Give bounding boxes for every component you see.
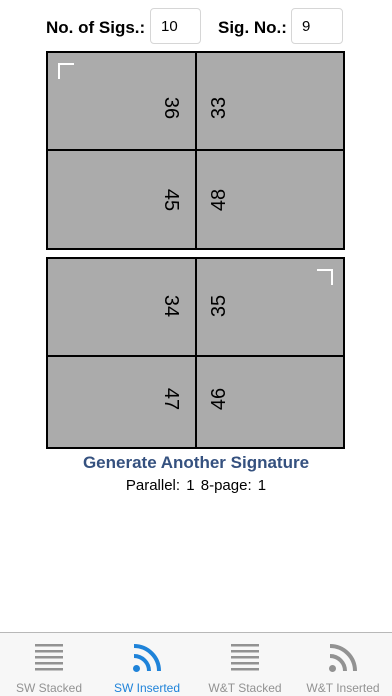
tab-label: W&T Inserted [306, 681, 380, 695]
tab-label: SW Inserted [113, 681, 181, 695]
page-number: 46 [208, 387, 230, 411]
stack-lines-icon [231, 644, 259, 671]
tab-label: SW Stacked [15, 681, 83, 695]
tab-label: W&T Stacked [208, 681, 282, 695]
fold-line-vertical [195, 259, 197, 447]
page-number: 45 [160, 188, 182, 212]
header-bar: No. of Sigs.: 10 Sig. No.: 9 [0, 0, 392, 52]
generate-signature-button[interactable]: Generate Another Signature [0, 453, 392, 473]
tab-sw-inserted[interactable]: SW Inserted [98, 633, 196, 696]
corner-mark-icon [317, 269, 333, 285]
page-number: 48 [208, 188, 230, 212]
page-number: 47 [160, 387, 182, 411]
page-number: 35 [208, 294, 230, 318]
sig-no-input[interactable]: 9 [291, 8, 343, 44]
stack-lines-icon [35, 644, 63, 671]
page-number: 34 [160, 294, 182, 318]
num-sigs-label: No. of Sigs.: [46, 18, 146, 37]
fold-line-horizontal [48, 149, 343, 151]
corner-mark-icon [58, 63, 74, 79]
sig-no-label: Sig. No.: [218, 18, 287, 37]
page-number: 33 [208, 96, 230, 120]
parallel-count: Parallel: 1 [125, 477, 195, 494]
eight-page-count: 8-page: 1 [200, 477, 267, 494]
broadcast-icon [329, 644, 357, 672]
tab-wt-stacked[interactable]: W&T Stacked [196, 633, 294, 696]
signature-sheet-2: 34 35 47 46 [46, 257, 345, 449]
tab-sw-stacked[interactable]: SW Stacked [0, 633, 98, 696]
num-sigs-input[interactable]: 10 [150, 8, 201, 44]
signature-sheet-1: 36 33 45 48 [46, 51, 345, 250]
page-number: 36 [160, 96, 182, 120]
tab-bar: SW Stacked SW Inserted W&T Stacked W&T I… [0, 632, 392, 696]
tab-wt-inserted[interactable]: W&T Inserted [294, 633, 392, 696]
broadcast-icon [133, 644, 161, 672]
fold-line-horizontal [48, 355, 343, 357]
signature-info: Parallel: 1 8-page: 1 [0, 477, 392, 494]
